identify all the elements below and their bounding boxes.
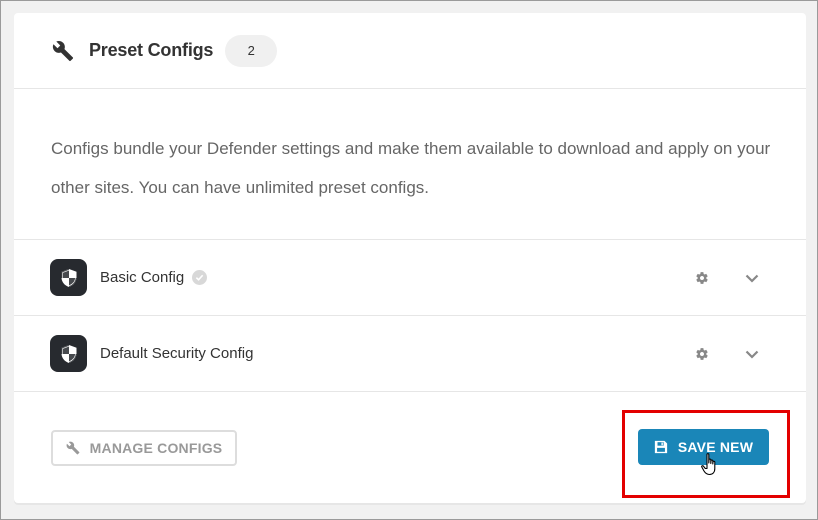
page-title: Preset Configs <box>89 40 214 60</box>
card-footer: MANAGE CONFIGS SAVE NEW <box>14 392 806 502</box>
config-row-basic[interactable]: Basic Config <box>14 240 806 316</box>
chevron-down-icon[interactable] <box>742 344 762 364</box>
count-badge: 2 <box>225 34 278 67</box>
card-description-section: Configs bundle your Defender settings an… <box>14 89 806 240</box>
manage-configs-label: MANAGE CONFIGS <box>89 440 223 456</box>
description-text: Configs bundle your Defender settings an… <box>51 139 771 197</box>
gear-icon[interactable] <box>692 268 712 288</box>
gear-icon[interactable] <box>692 344 712 364</box>
wrench-icon <box>66 441 80 455</box>
wrench-icon <box>51 39 75 63</box>
floppy-disk-icon <box>654 440 668 454</box>
shield-icon <box>50 335 87 372</box>
card-header: Preset Configs 2 <box>14 13 806 89</box>
hand-cursor-icon <box>700 452 722 478</box>
preset-configs-card: Preset Configs 2 Configs bundle your Def… <box>14 13 806 503</box>
manage-configs-button[interactable]: MANAGE CONFIGS <box>51 430 237 466</box>
config-row-default-security[interactable]: Default Security Config <box>14 316 806 392</box>
shield-icon <box>50 259 87 296</box>
check-circle-icon <box>192 270 208 285</box>
chevron-down-icon[interactable] <box>742 268 762 288</box>
config-name: Basic Config <box>100 269 185 286</box>
config-name: Default Security Config <box>100 345 254 362</box>
